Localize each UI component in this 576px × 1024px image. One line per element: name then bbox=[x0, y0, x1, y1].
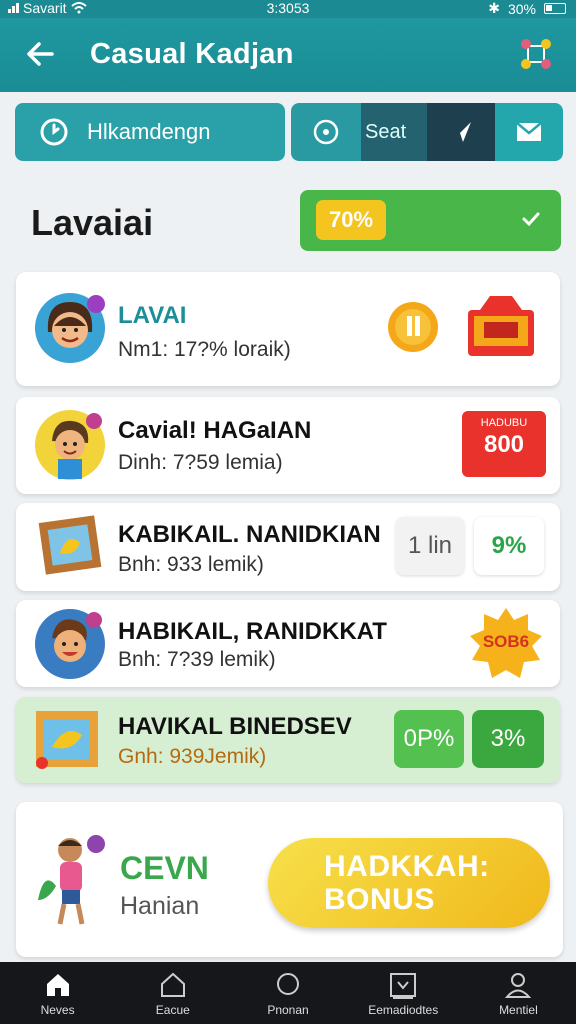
list-item[interactable]: KABIKAIL. NANIDKIAN Bnh: 933 lemik) 1 li… bbox=[16, 503, 560, 591]
nav-item-2[interactable]: Eacue bbox=[115, 962, 230, 1024]
avatar bbox=[35, 293, 105, 363]
burst-label: SOB6 bbox=[482, 632, 530, 651]
app-bar: Casual Kadjan bbox=[0, 18, 576, 92]
coin-icon[interactable] bbox=[386, 300, 440, 354]
character-illustration bbox=[38, 835, 105, 925]
compass-icon bbox=[313, 119, 339, 145]
reward-box-icon[interactable] bbox=[460, 292, 542, 364]
score-badge[interactable]: HADUBU 800 bbox=[462, 411, 546, 477]
battery-icon bbox=[544, 3, 566, 14]
battery-label: 30% bbox=[507, 0, 536, 17]
search-label: Hlkamdengn bbox=[87, 119, 211, 144]
item-sub: Nm1: 17?% loraik) bbox=[118, 338, 291, 361]
segment-mail[interactable] bbox=[495, 103, 563, 161]
list-item[interactable]: Cavial! HAGaIAN Dinh: 7?59 lemia) HADUBU… bbox=[16, 397, 560, 494]
search-icon bbox=[277, 973, 299, 995]
nav-label: Pnonan bbox=[267, 1003, 309, 1017]
timer-icon bbox=[40, 118, 68, 146]
badge-value: 800 bbox=[483, 431, 525, 458]
item-name: HAVIKAL BINEDSEV bbox=[118, 713, 352, 740]
list-item[interactable]: HABIKAIL, RANIDKKAT Bnh: 7?39 lemik) SOB… bbox=[16, 600, 560, 687]
send-icon bbox=[451, 122, 471, 142]
item-name: HABIKAIL, RANIDKKAT bbox=[118, 618, 387, 645]
item-name: KABIKAIL. NANIDKIAN bbox=[118, 521, 381, 548]
avatar bbox=[35, 410, 105, 480]
bottom-nav: Neves Eacue Pnonan Eemadiodtes Mentiel bbox=[0, 962, 576, 1024]
toolbar: Hlkamdengn Seat bbox=[15, 103, 563, 161]
nav-item-profile[interactable]: Mentiel bbox=[461, 962, 576, 1024]
bluetooth-icon: ✱ bbox=[488, 0, 500, 16]
list-item[interactable]: LAVAI Nm1: 17?% loraik) bbox=[16, 272, 560, 386]
nav-item-home[interactable]: Neves bbox=[0, 962, 115, 1024]
sale-burst-badge[interactable]: SOB6 bbox=[468, 606, 544, 682]
profile-icon bbox=[505, 973, 532, 998]
promo-subtitle: Hanian bbox=[120, 892, 200, 920]
network-icon[interactable] bbox=[518, 36, 554, 72]
promo-title: CEVN bbox=[120, 850, 209, 886]
segment-compass[interactable] bbox=[291, 103, 361, 161]
home-icon bbox=[46, 974, 69, 996]
segment-send[interactable] bbox=[427, 103, 495, 161]
picture-frame-icon bbox=[36, 711, 98, 769]
item-sub: Dinh: 7?59 lemia) bbox=[118, 451, 283, 474]
back-arrow-icon[interactable] bbox=[22, 36, 58, 72]
list-item[interactable]: HAVIKAL BINEDSEV Gnh: 939Jemik) 0P% 3% bbox=[16, 697, 560, 783]
item-sub: Bnh: 7?39 lemik) bbox=[118, 648, 276, 671]
nav-label: Mentiel bbox=[499, 1003, 538, 1017]
progress-value: 70% bbox=[316, 200, 386, 240]
item-sub: Gnh: 939Jemik) bbox=[118, 745, 267, 768]
picture-frame-icon bbox=[38, 515, 102, 575]
mail-icon bbox=[516, 122, 542, 141]
stat-chip-b[interactable]: 3% bbox=[472, 710, 544, 768]
search-button[interactable]: Hlkamdengn bbox=[15, 103, 285, 161]
page-title: Casual Kadjan bbox=[90, 38, 294, 70]
bonus-card: CEVN Hanian HADKKAH: BONUS bbox=[16, 802, 563, 957]
stat-chip-b[interactable]: 9% bbox=[474, 517, 544, 575]
status-bar: Savarit 3:3053 ✱ 30% bbox=[0, 0, 576, 18]
check-icon bbox=[522, 212, 540, 227]
house-outline-icon bbox=[160, 972, 185, 997]
item-name: LAVAI bbox=[118, 302, 187, 329]
segment-seat[interactable]: Seat bbox=[361, 103, 427, 161]
badge-top-label: HADUBU bbox=[480, 417, 528, 429]
item-name: Cavial! HAGaIAN bbox=[118, 417, 312, 444]
segmented-control: Seat bbox=[291, 103, 563, 161]
progress-dropdown[interactable]: 70% bbox=[300, 190, 561, 251]
stat-chip-a[interactable]: 1 lin bbox=[396, 517, 464, 575]
nav-label: Eemadiodtes bbox=[368, 1003, 439, 1017]
nav-label: Neves bbox=[40, 1003, 75, 1017]
download-box-icon bbox=[390, 973, 417, 999]
nav-item-downloads[interactable]: Eemadiodtes bbox=[346, 962, 461, 1024]
nav-item-search[interactable]: Pnonan bbox=[230, 962, 345, 1024]
bonus-button[interactable]: HADKKAH: BONUS bbox=[268, 838, 550, 928]
avatar bbox=[35, 609, 105, 679]
nav-label: Eacue bbox=[155, 1003, 190, 1017]
item-sub: Bnh: 933 lemik) bbox=[118, 553, 264, 576]
section-title: Lavaiai bbox=[31, 202, 154, 243]
stat-chip-a[interactable]: 0P% bbox=[394, 710, 464, 768]
